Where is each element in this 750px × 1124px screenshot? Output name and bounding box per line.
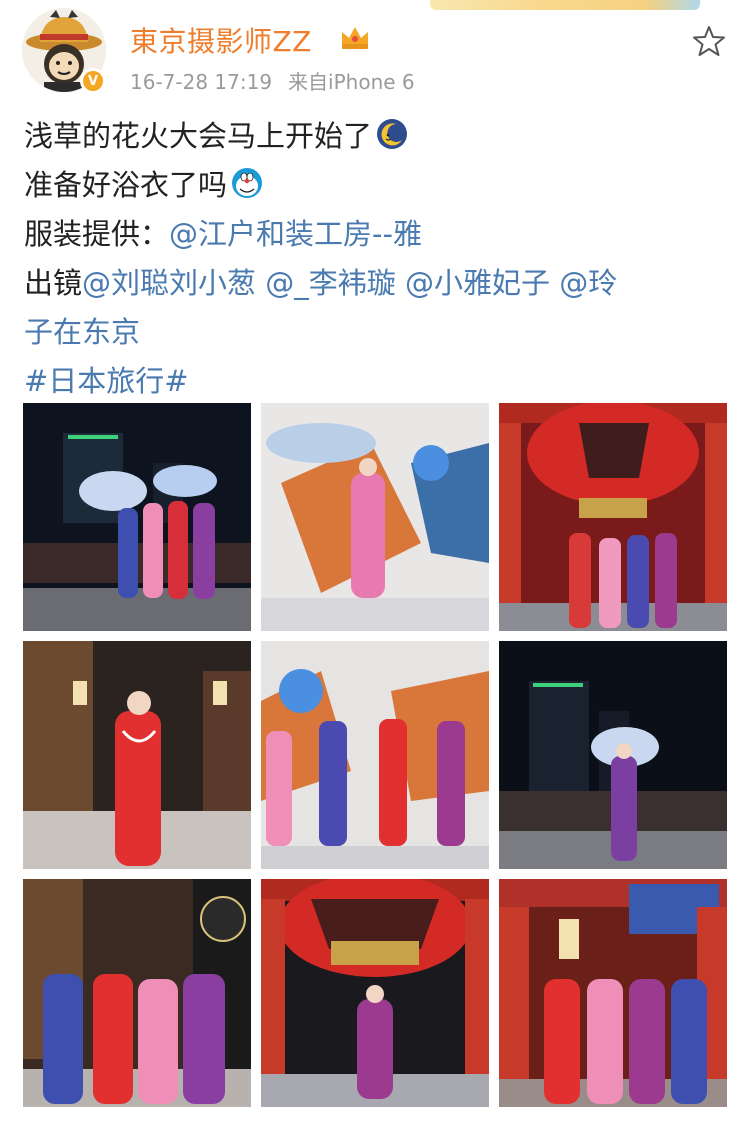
mention-model-1[interactable]: @刘聪刘小葱 xyxy=(82,266,256,300)
moon-emoji-icon xyxy=(377,119,408,149)
post-line-3-prefix: 服装提供： xyxy=(24,217,170,251)
mention-costume-provider[interactable]: @江户和装工房--雅 xyxy=(169,217,422,251)
mention-model-4-part-b[interactable]: 子在东京 xyxy=(24,315,140,349)
hashtag-japan-travel[interactable]: #日本旅行# xyxy=(24,364,189,398)
photo-5[interactable] xyxy=(261,641,489,869)
post-timestamp: 16-7-28 17:19 xyxy=(130,70,273,94)
photo-2[interactable] xyxy=(261,403,489,631)
post-line-2: 准备好浴衣了吗 xyxy=(24,168,228,202)
crown-icon xyxy=(342,27,368,49)
post-line-4-prefix: 出镜 xyxy=(24,266,83,300)
photo-7[interactable] xyxy=(23,879,251,1107)
mention-model-3[interactable]: @小雅妃子 xyxy=(405,266,550,300)
post-text: 浅草的花火大会马上开始了 准备好浴衣了吗 服装提供：@江户和装工房--雅 出镜@… xyxy=(24,112,724,406)
photo-8[interactable] xyxy=(261,879,489,1107)
star-outline-icon[interactable] xyxy=(692,24,726,58)
photo-3[interactable] xyxy=(499,403,727,631)
v-badge-icon: V xyxy=(80,68,106,94)
mention-model-2[interactable]: @_李袆璇 xyxy=(265,266,396,300)
photo-9[interactable] xyxy=(499,879,727,1107)
mention-model-4-part-a[interactable]: @玲 xyxy=(559,266,617,300)
post-header: V 東京摄影师ZZ 16-7-28 17:19 来自iPhone 6 xyxy=(22,6,734,98)
doraemon-emoji-icon xyxy=(232,168,263,198)
post-meta: 16-7-28 17:19 来自iPhone 6 xyxy=(130,66,415,95)
post-line-1: 浅草的花火大会马上开始了 xyxy=(24,119,373,153)
post-source: 来自iPhone 6 xyxy=(288,70,415,94)
author-name[interactable]: 東京摄影师ZZ xyxy=(130,20,312,60)
photo-grid xyxy=(23,403,727,1107)
photo-6[interactable] xyxy=(499,641,727,869)
photo-1[interactable] xyxy=(23,403,251,631)
photo-4[interactable] xyxy=(23,641,251,869)
